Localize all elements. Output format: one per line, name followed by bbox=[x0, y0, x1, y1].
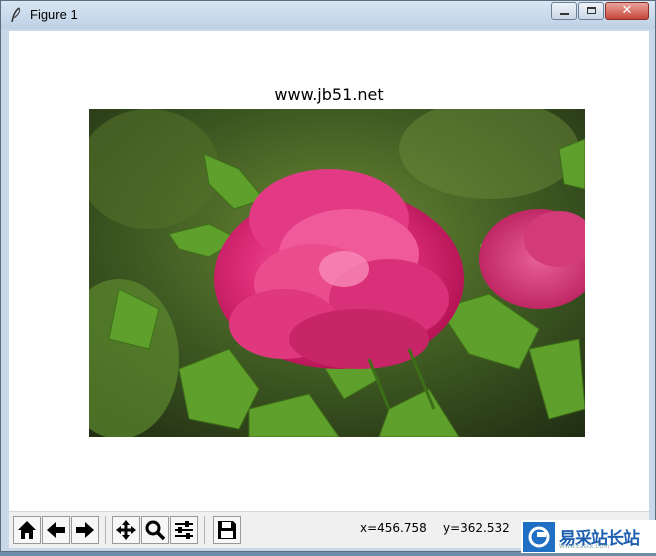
minimize-button[interactable] bbox=[551, 2, 577, 20]
sliders-icon bbox=[175, 521, 193, 539]
back-button[interactable] bbox=[42, 516, 70, 544]
forward-button[interactable] bbox=[71, 516, 99, 544]
close-button[interactable]: ✕ bbox=[605, 2, 649, 20]
save-button[interactable] bbox=[213, 516, 241, 544]
maximize-button[interactable] bbox=[578, 2, 604, 20]
zoom-button[interactable] bbox=[141, 516, 169, 544]
figure-canvas[interactable]: www.jb51.net bbox=[9, 31, 649, 511]
caption-buttons: ✕ bbox=[550, 2, 649, 22]
x-coordinate-readout: x=456.758 bbox=[360, 521, 427, 535]
watermark-subtext: Www.Easck.Com bbox=[559, 543, 610, 550]
watermark: 易采站长站 Www.Easck.Com bbox=[521, 520, 656, 553]
figure-window: Figure 1 ✕ www.jb51.net x=456.758 y=362.… bbox=[0, 0, 656, 553]
flower-image bbox=[89, 109, 585, 437]
close-icon: ✕ bbox=[621, 3, 633, 18]
y-coordinate-readout: y=362.532 bbox=[443, 521, 510, 535]
toolbar-separator bbox=[105, 516, 106, 544]
arrow-right-icon bbox=[76, 522, 94, 538]
title-bar[interactable]: Figure 1 ✕ bbox=[1, 1, 655, 29]
move-icon bbox=[116, 520, 136, 540]
pan-button[interactable] bbox=[112, 516, 140, 544]
home-button[interactable] bbox=[13, 516, 41, 544]
maximize-icon bbox=[587, 7, 596, 14]
feather-icon bbox=[11, 7, 21, 23]
watermark-logo-icon bbox=[523, 521, 555, 552]
arrow-left-icon bbox=[47, 522, 65, 538]
floppy-disk-icon bbox=[218, 521, 236, 539]
home-icon bbox=[18, 521, 36, 539]
window-title: Figure 1 bbox=[30, 7, 78, 22]
magnifier-icon bbox=[145, 520, 166, 541]
toolbar-separator bbox=[204, 516, 205, 544]
minimize-icon bbox=[560, 13, 569, 15]
figure-title: www.jb51.net bbox=[274, 85, 384, 104]
subplots-button[interactable] bbox=[170, 516, 198, 544]
